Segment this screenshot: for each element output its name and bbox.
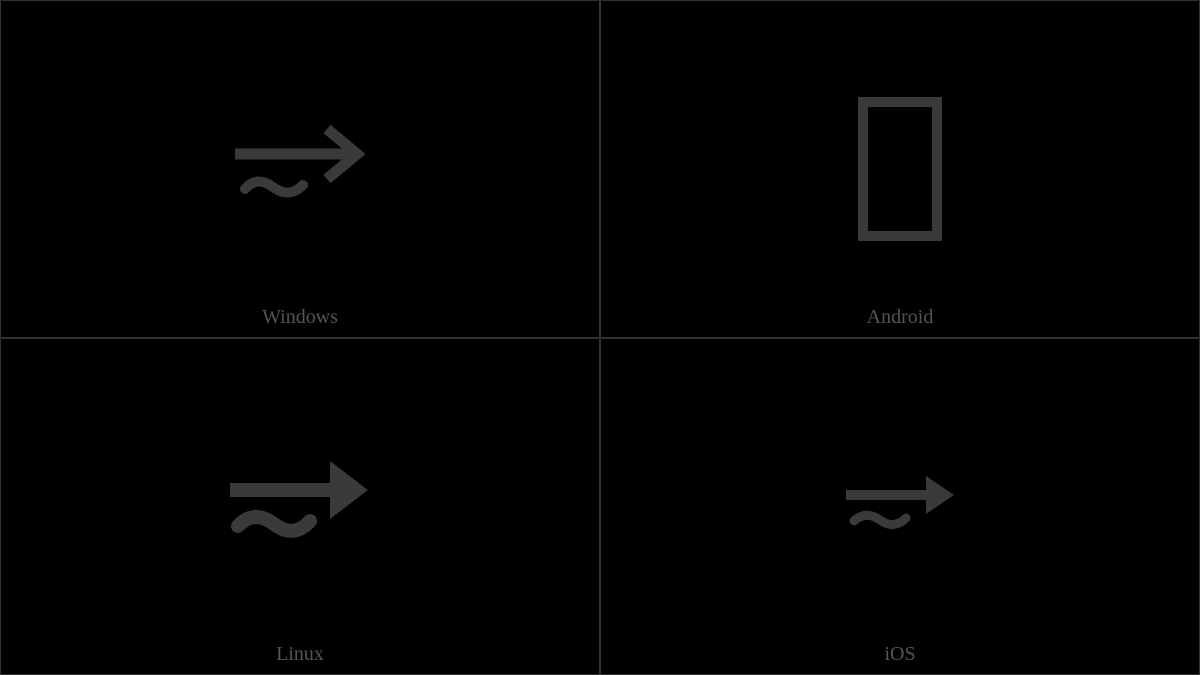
platform-label-ios: iOS — [884, 643, 915, 666]
arrow-tilde-icon — [840, 466, 960, 546]
arrow-tilde-icon — [220, 451, 380, 561]
glyph-area-windows — [1, 1, 599, 337]
glyph-area-linux — [1, 339, 599, 675]
glyph-comparison-grid: Windows Android Linux — [0, 0, 1200, 675]
glyph-area-ios — [601, 339, 1199, 675]
platform-label-linux: Linux — [276, 643, 324, 666]
cell-ios: iOS — [600, 338, 1200, 675]
cell-android: Android — [600, 0, 1200, 338]
arrow-tilde-icon — [225, 119, 375, 219]
platform-label-android: Android — [867, 306, 934, 329]
cell-linux: Linux — [0, 338, 600, 675]
glyph-area-android — [601, 1, 1199, 337]
missing-glyph-icon — [855, 94, 945, 244]
cell-windows: Windows — [0, 0, 600, 338]
platform-label-windows: Windows — [262, 306, 338, 329]
